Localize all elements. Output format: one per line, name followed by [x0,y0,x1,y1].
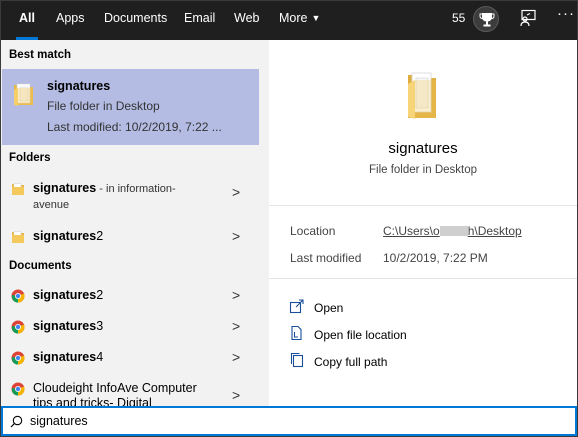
folder-icon [12,81,36,112]
modified-label: Last modified [290,251,362,265]
feedback-icon[interactable] [519,9,537,32]
list-item-rest: 2 [96,288,104,302]
divider [269,278,577,279]
list-item-path: avenue [33,199,70,211]
list-item-label: Cloudeight InfoAve Computer [33,381,197,395]
list-item-label: signatures3 [33,319,103,333]
list-item-match: signatures [33,229,97,243]
open-file-location-label: Open file location [314,328,407,342]
list-item-rest: 4 [96,350,104,364]
folder-icon [404,70,440,125]
tab-email[interactable]: Email [184,1,215,40]
redacted-username [439,226,468,236]
tab-web[interactable]: Web [234,1,259,40]
preview-subtitle: File folder in Desktop [368,164,478,176]
section-header-documents: Documents [9,260,72,272]
chrome-icon [11,382,25,401]
tab-documents[interactable]: Documents [104,1,167,40]
list-item-match: signatures [33,288,97,302]
chevron-right-icon[interactable]: > [232,318,240,334]
list-item-match: signatures [33,319,97,333]
search-icon [10,415,23,433]
location-path-start: C:\Users\o [383,224,440,238]
chevron-right-icon[interactable]: > [232,387,240,403]
divider [269,205,577,206]
list-item[interactable]: signatures2 > [1,281,259,311]
list-item[interactable]: signatures - in information- avenue > [1,174,259,216]
chevron-right-icon[interactable]: > [232,184,240,200]
best-match-type: File folder in Desktop [47,99,160,113]
rewards-points: 55 [452,11,466,25]
search-window: All Apps Documents Email Web More ▼ 55 ·… [0,0,578,437]
folder-icon [11,230,25,249]
chrome-icon [11,351,25,370]
location-path-end: h\Desktop [467,224,522,238]
list-item-suffix: - in information- [96,183,176,195]
copy-full-path-label: Copy full path [314,355,388,369]
chevron-right-icon[interactable]: > [232,228,240,244]
list-item-rest: 3 [96,319,104,333]
preview-panel: signatures File folder in Desktop Locati… [269,40,577,406]
file-location-icon [289,325,305,346]
chrome-icon [11,289,25,308]
tab-more[interactable]: More ▼ [279,1,320,40]
preview-title: signatures [388,140,458,157]
list-item[interactable]: signatures2 > [1,222,259,252]
tab-apps[interactable]: Apps [56,1,85,40]
best-match-item[interactable]: signatures File folder in Desktop Last m… [2,69,259,145]
open-label: Open [314,301,344,315]
location-link[interactable]: C:\Users\o h\Desktop [383,224,522,238]
list-item[interactable]: signatures4 > [1,343,259,373]
section-header-folders: Folders [9,152,51,164]
best-match-name: signatures [47,79,111,93]
tab-all[interactable]: All [16,1,38,40]
results-panel: Best match signatures File folder in Des… [1,40,269,406]
tab-more-label: More [279,11,308,25]
best-match-modified: Last modified: 10/2/2019, 7:22 ... [47,120,222,134]
open-icon [289,298,305,319]
caret-down-icon: ▼ [311,13,321,23]
list-item[interactable]: signatures3 > [1,312,259,342]
folder-icon [11,182,25,201]
search-input[interactable] [30,412,550,430]
trophy-icon[interactable] [473,6,499,32]
chevron-right-icon[interactable]: > [232,287,240,303]
list-item-label: signatures4 [33,350,103,364]
list-item-match: signatures [33,181,97,195]
ellipsis-icon[interactable]: ··· [557,5,575,22]
section-header-best-match: Best match [9,49,71,61]
list-item-match: signatures [33,350,97,364]
location-label: Location [290,224,336,238]
list-item-label-line2: tips and tricks- Digital [33,396,152,406]
chrome-icon [11,320,25,339]
search-bar [1,406,577,436]
top-bar: All Apps Documents Email Web More ▼ 55 ·… [1,1,577,40]
list-item-label: signatures - in information- [33,181,176,195]
modified-value: 10/2/2019, 7:22 PM [383,251,488,265]
list-item-rest: 2 [96,229,104,243]
list-item[interactable]: Cloudeight InfoAve Computer tips and tri… [1,374,259,406]
list-item-label: signatures2 [33,229,103,243]
chevron-right-icon[interactable]: > [232,349,240,365]
list-item-label: signatures2 [33,288,103,302]
copy-icon [289,352,305,373]
